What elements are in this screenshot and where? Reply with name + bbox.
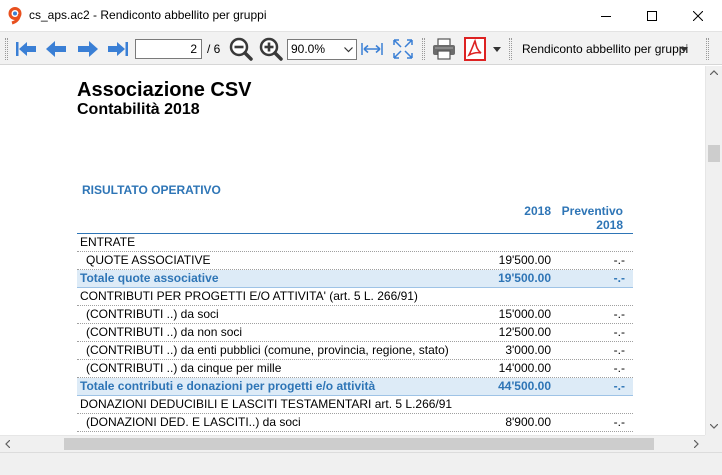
window-title: cs_aps.ac2 - Rendiconto abbellito per gr… (29, 8, 267, 22)
fit-width-button[interactable] (359, 36, 385, 62)
next-page-button[interactable] (75, 36, 101, 62)
table-row: ENTRATE (77, 234, 633, 252)
maximize-button[interactable] (629, 0, 675, 31)
row-label: Totale quote associative (80, 271, 219, 285)
row-label: (DONAZIONI DED. E LASCITI..) da soci (86, 415, 301, 429)
zoom-out-icon (229, 37, 253, 61)
toolbar-grip[interactable] (5, 38, 8, 60)
caret-down-icon (680, 47, 688, 52)
row-value-2018: 8'900.00 (505, 415, 551, 429)
print-button[interactable] (431, 36, 457, 62)
horizontal-scrollbar[interactable] (0, 435, 705, 452)
row-label: QUOTE ASSOCIATIVE (86, 253, 211, 267)
table-row: QUOTE ASSOCIATIVE 19'500.00 -.- (77, 252, 633, 270)
row-value-2018: 3'000.00 (505, 343, 551, 357)
row-value-budget: -.- (613, 325, 625, 339)
table-row: (CONTRIBUTI ..) da cinque per mille 14'00… (77, 360, 633, 378)
last-page-icon (108, 42, 128, 56)
section-title: RISULTATO OPERATIVO (82, 183, 221, 197)
minimize-button[interactable] (583, 0, 629, 31)
horizontal-scroll-thumb[interactable] (64, 438, 654, 450)
table-row-total: Totale contributi e donazioni per proget… (77, 378, 633, 396)
export-menu-arrow[interactable] (490, 36, 504, 62)
previous-page-icon (46, 41, 66, 57)
first-page-icon (16, 42, 36, 56)
document-title: Associazione CSV (77, 79, 252, 101)
zoom-in-button[interactable] (258, 36, 284, 62)
printer-icon (433, 38, 455, 60)
caret-down-icon (493, 46, 501, 52)
table-row: (CONTRIBUTI ..) da soci 15'000.00 -.- (77, 306, 633, 324)
zoom-value: 90.0% (291, 42, 326, 56)
pdf-icon (464, 37, 486, 61)
export-pdf-button[interactable] (462, 36, 488, 62)
toolbar: 2 / 6 90.0% Rendiconto abbellito per gru… (0, 31, 722, 65)
row-value-2018: 44'500.00 (498, 379, 551, 393)
fit-page-button[interactable] (390, 36, 416, 62)
row-value-budget: -.- (613, 271, 625, 285)
previous-page-button[interactable] (43, 36, 69, 62)
row-label: Totale contributi e donazioni per proget… (80, 379, 376, 393)
row-value-budget: -.- (613, 307, 625, 321)
row-label: (CONTRIBUTI ..) da soci (86, 307, 219, 321)
row-label: DONAZIONI DEDUCIBILI E LASCITI TESTAMENT… (80, 397, 453, 411)
row-value-2018: 12'500.00 (498, 325, 551, 339)
scroll-right-icon[interactable] (694, 440, 699, 448)
zoom-select[interactable]: 90.0% (287, 39, 357, 60)
row-label: (CONTRIBUTI ..) da non soci (86, 325, 243, 339)
vertical-scrollbar[interactable] (705, 66, 722, 435)
column-header-year: 2018 (524, 204, 551, 218)
close-button[interactable] (675, 0, 721, 31)
table-row: DONAZIONI DEDUCIBILI E LASCITI TESTAMENT… (77, 396, 633, 414)
table-row: (CONTRIBUTI ..) da enti pubblici (comune… (77, 342, 633, 360)
app-logo-icon (7, 7, 23, 25)
zoom-out-button[interactable] (228, 36, 254, 62)
document-subtitle: Contabilità 2018 (77, 101, 200, 118)
row-value-2018: 19'500.00 (498, 271, 551, 285)
row-value-2018: 14'000.00 (498, 361, 551, 375)
row-label: ENTRATE (80, 235, 136, 249)
report-selector-label: Rendiconto abbellito per gruppi (522, 42, 689, 56)
row-label: CONTRIBUTI PER PROGETTI E/O ATTIVITA' (a… (80, 289, 418, 303)
next-page-icon (78, 41, 98, 57)
toolbar-grip[interactable] (706, 38, 709, 60)
column-header-budget: Preventivo 2018 (561, 204, 623, 232)
zoom-in-icon (259, 37, 283, 61)
table-row: (CONTRIBUTI ..) da non soci 12'500.00 -.- (77, 324, 633, 342)
fit-page-icon (393, 39, 413, 59)
scroll-left-icon[interactable] (5, 440, 10, 448)
row-value-budget: -.- (613, 379, 625, 393)
row-label: (CONTRIBUTI ..) da enti pubblici (comune… (86, 343, 449, 357)
page-number-input[interactable]: 2 (135, 39, 202, 59)
row-value-budget: -.- (613, 343, 625, 357)
status-bar (0, 452, 722, 475)
table-row-total: Totale quote associative 19'500.00 -.- (77, 270, 633, 288)
row-value-2018: 19'500.00 (498, 253, 551, 267)
last-page-button[interactable] (105, 36, 131, 62)
page-total: / 6 (207, 42, 221, 56)
fit-width-icon (361, 43, 383, 55)
row-value-budget: -.- (613, 415, 625, 429)
row-label: (CONTRIBUTI ..) da cinque per mille (86, 361, 282, 375)
chevron-down-icon (344, 47, 353, 53)
table-row: (DONAZIONI DED. E LASCITI..) da soci 8'90… (77, 414, 633, 432)
scrollbar-corner (705, 435, 722, 452)
vertical-scroll-thumb[interactable] (708, 145, 720, 162)
title-bar: cs_aps.ac2 - Rendiconto abbellito per gr… (0, 0, 722, 31)
row-value-budget: -.- (613, 253, 625, 267)
toolbar-grip[interactable] (422, 38, 425, 60)
first-page-button[interactable] (13, 36, 39, 62)
report-selector-dropdown[interactable]: Rendiconto abbellito per gruppi (514, 39, 694, 60)
report-table: ENTRATE QUOTE ASSOCIATIVE 19'500.00 -.- To… (77, 234, 633, 432)
row-value-budget: -.- (613, 361, 625, 375)
toolbar-grip[interactable] (509, 38, 512, 60)
report-preview[interactable]: Associazione CSV Contabilità 2018 RISULT… (0, 66, 705, 435)
scroll-down-icon[interactable] (710, 424, 718, 429)
table-row: CONTRIBUTI PER PROGETTI E/O ATTIVITA' (a… (77, 288, 633, 306)
scroll-up-icon[interactable] (710, 70, 718, 75)
row-value-2018: 15'000.00 (498, 307, 551, 321)
